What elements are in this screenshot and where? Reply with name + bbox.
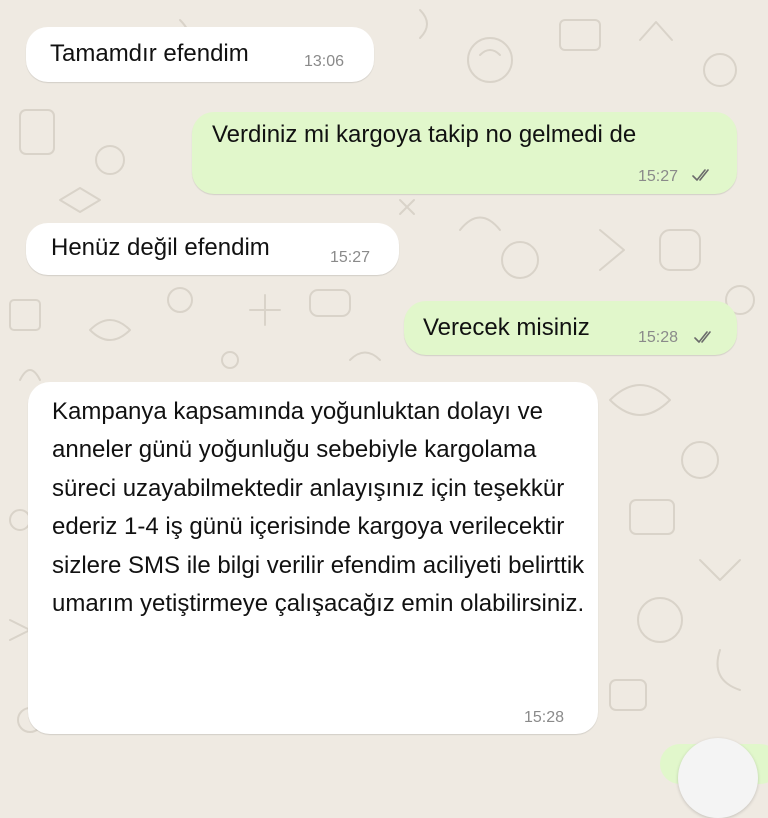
message-timestamp: 13:06 [304, 53, 345, 70]
message-bubble-incoming[interactable]: Tamamdır efendim 13:06 [26, 27, 374, 82]
message-text: Kampanya kapsamında yoğunluktan dolayı v… [52, 398, 585, 618]
message-bubble-incoming[interactable]: Kampanya kapsamında yoğunluktan dolayı v… [28, 382, 598, 734]
message-timestamp: 15:28 [638, 329, 679, 346]
double-check-icon [694, 331, 711, 343]
message-text: Verdiniz mi kargoya takip no gelmedi de [212, 121, 637, 148]
message-text: Verecek misiniz [423, 314, 590, 341]
message-text: Henüz değil efendim [51, 234, 270, 261]
message-timestamp: 15:27 [638, 168, 679, 185]
message-timestamp: 15:27 [330, 249, 371, 266]
message-timestamp: 15:28 [524, 709, 565, 726]
double-check-icon [692, 169, 709, 181]
message-bubble-outgoing[interactable]: Verecek misiniz 15:28 [404, 301, 737, 355]
message-text: Tamamdır efendim [50, 40, 249, 67]
message-bubble-outgoing[interactable]: Verdiniz mi kargoya takip no gelmedi de … [192, 112, 737, 194]
message-bubble-incoming[interactable]: Henüz değil efendim 15:27 [26, 223, 399, 275]
scroll-down-button[interactable] [678, 738, 758, 818]
